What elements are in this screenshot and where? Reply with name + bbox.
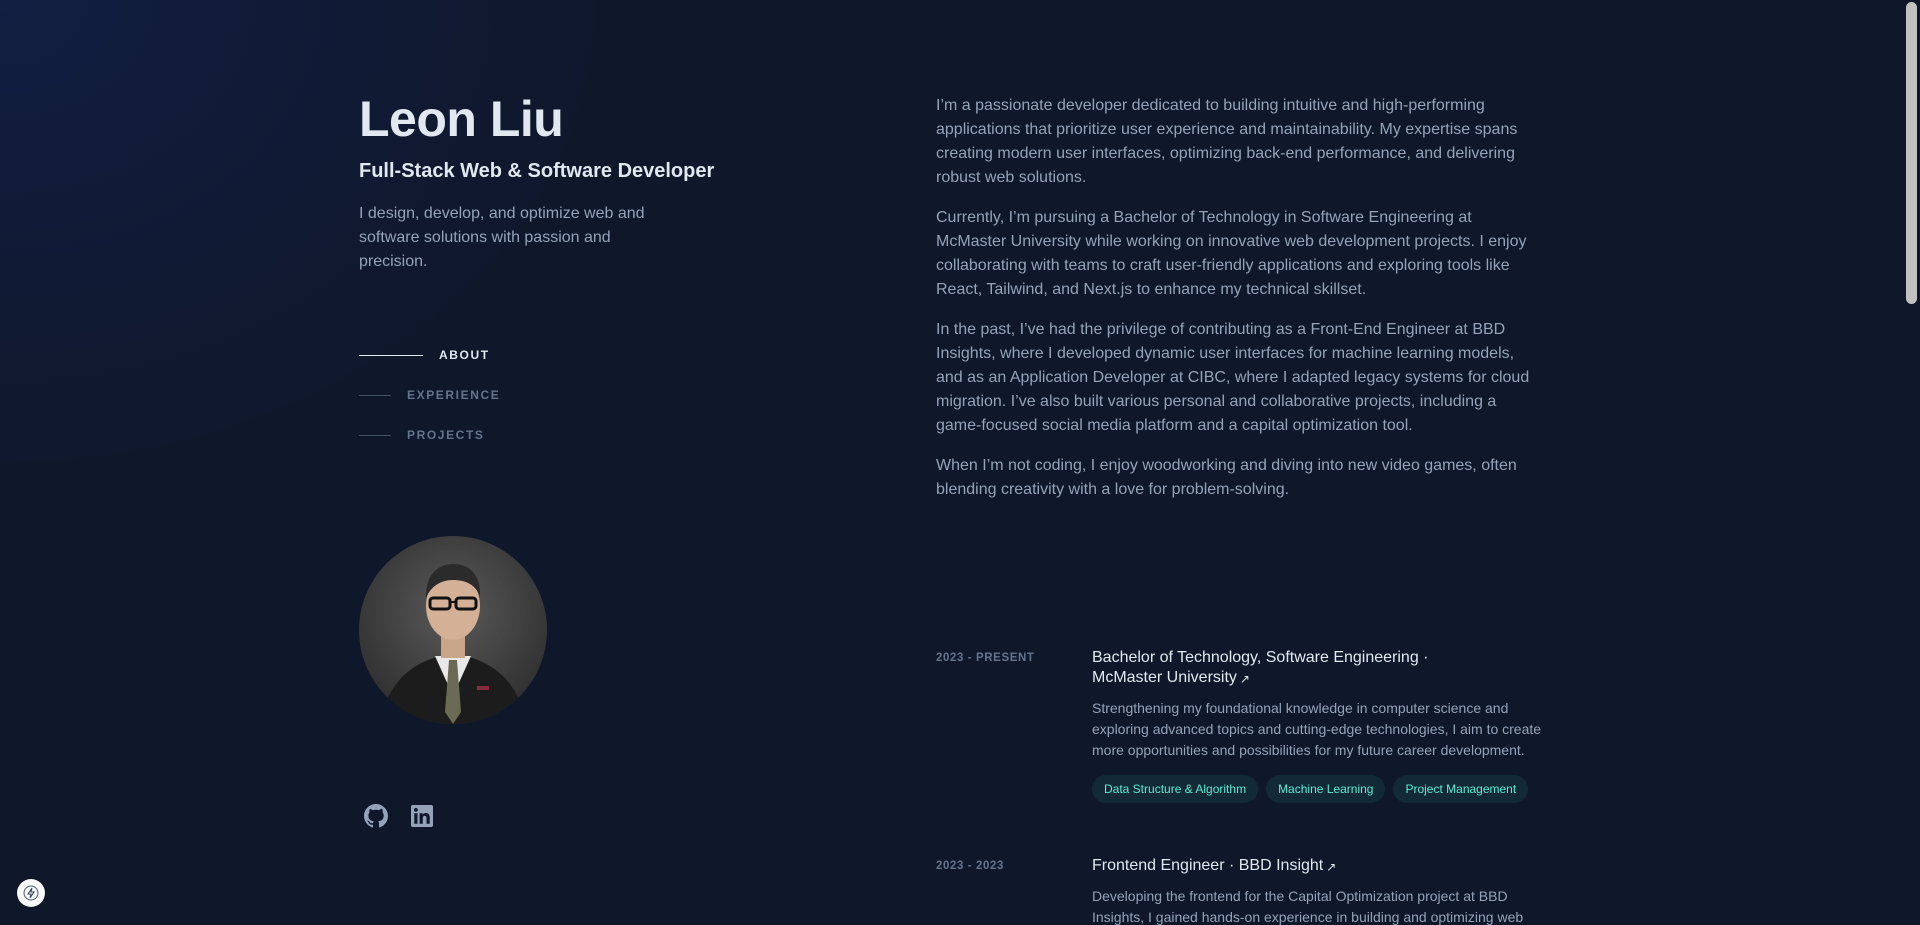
section-nav: ABOUT EXPERIENCE PROJECTS <box>359 345 500 465</box>
experience-title-link[interactable]: Bachelor of Technology, Software Enginee… <box>1092 648 1542 688</box>
page-title: Leon Liu <box>359 91 564 147</box>
portfolio-page: Leon Liu Full-Stack Web & Software Devel… <box>0 0 1920 925</box>
github-link[interactable] <box>363 803 389 829</box>
nav-indicator-line <box>359 434 391 436</box>
nav-item-label: EXPERIENCE <box>407 388 501 402</box>
experience-title-line1: Bachelor of Technology, Software Enginee… <box>1092 649 1429 666</box>
nav-item-label: ABOUT <box>439 348 490 362</box>
social-links <box>363 803 435 829</box>
experience-title-line2: McMaster University <box>1092 669 1237 686</box>
about-paragraph: Currently, I’m pursuing a Bachelor of Te… <box>936 209 1527 298</box>
experience-title: Frontend Engineer · BBD Insight <box>1092 857 1324 874</box>
profile-photo <box>359 536 547 724</box>
skill-tags: Data Structure & Algorithm Machine Learn… <box>1092 775 1542 803</box>
lightning-icon <box>23 885 39 901</box>
external-link-arrow-icon: ↗ <box>1239 672 1250 686</box>
nav-item-projects[interactable]: PROJECTS <box>359 425 500 445</box>
nav-item-about[interactable]: ABOUT <box>359 345 500 365</box>
nextjs-dev-badge[interactable] <box>17 879 45 907</box>
experience-description: Strengthening my foundational knowledge … <box>1092 700 1542 758</box>
nav-indicator-line <box>359 354 423 356</box>
experience-date: 2023 - 2023 <box>936 860 1004 872</box>
nav-item-label: PROJECTS <box>407 428 485 442</box>
nav-item-experience[interactable]: EXPERIENCE <box>359 385 500 405</box>
about-paragraph: When I’m not coding, I enjoy woodworking… <box>936 457 1517 498</box>
experience-item[interactable]: 2023 - 2023 Frontend Engineer · BBD Insi… <box>936 856 1542 925</box>
profile-photo-illustration <box>379 564 527 724</box>
skill-tag: Machine Learning <box>1266 775 1386 803</box>
experience-body: Bachelor of Technology, Software Enginee… <box>1092 648 1542 803</box>
header-section: Leon Liu Full-Stack Web & Software Devel… <box>359 88 819 274</box>
about-section: I’m a passionate developer dedicated to … <box>936 94 1542 518</box>
experience-body: Frontend Engineer · BBD Insight ↗ Develop… <box>1092 856 1542 925</box>
nav-indicator-line <box>359 394 391 396</box>
linkedin-link[interactable] <box>409 803 435 829</box>
role-subtitle: Full-Stack Web & Software Developer <box>359 160 715 182</box>
experience-item[interactable]: 2023 - PRESENT Bachelor of Technology, S… <box>936 648 1542 803</box>
page-scrollbar[interactable] <box>1903 0 1920 925</box>
experience-description: Developing the frontend for the Capital … <box>1092 888 1524 925</box>
experience-title-link[interactable]: Frontend Engineer · BBD Insight ↗ <box>1092 856 1542 876</box>
tagline: I design, develop, and optimize web and … <box>359 205 645 270</box>
about-paragraph: I’m a passionate developer dedicated to … <box>936 97 1518 186</box>
linkedin-icon <box>411 805 433 827</box>
scrollbar-thumb[interactable] <box>1906 2 1917 304</box>
github-icon <box>364 804 388 828</box>
about-paragraph: In the past, I’ve had the privilege of c… <box>936 321 1530 434</box>
experience-date: 2023 - PRESENT <box>936 652 1035 664</box>
skill-tag: Data Structure & Algorithm <box>1092 775 1259 803</box>
external-link-arrow-icon: ↗ <box>1326 860 1337 874</box>
skill-tag: Project Management <box>1393 775 1529 803</box>
